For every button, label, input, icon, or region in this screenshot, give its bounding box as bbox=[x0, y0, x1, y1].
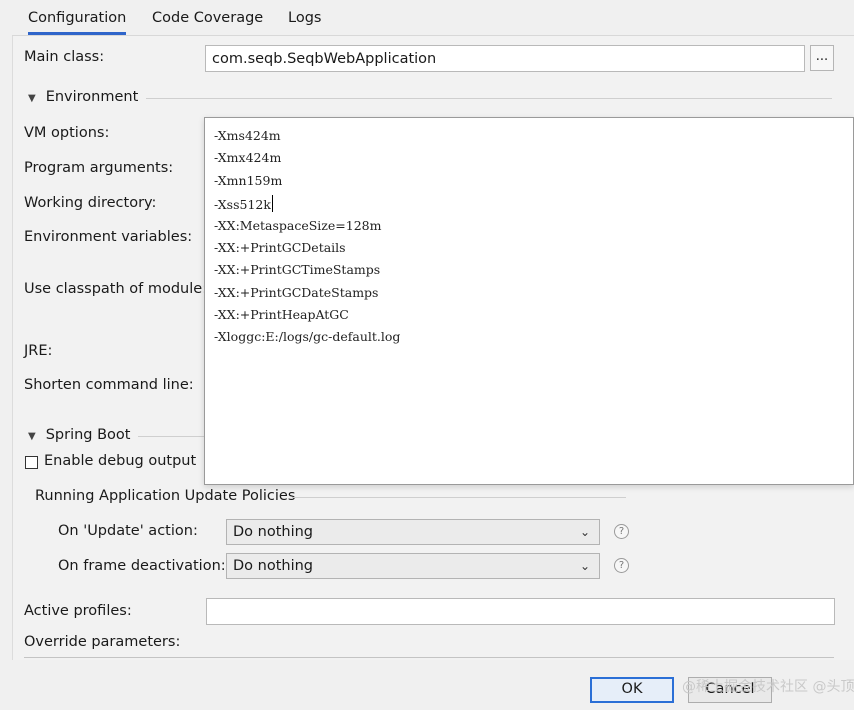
environment-variables-label: Environment variables: bbox=[24, 229, 193, 245]
enable-debug-output-checkbox[interactable] bbox=[25, 456, 38, 469]
jre-label: JRE: bbox=[24, 343, 53, 359]
main-class-label: Main class: bbox=[24, 49, 105, 65]
active-profiles-label: Active profiles: bbox=[24, 603, 132, 619]
vm-option-line: -Xmx424m bbox=[214, 150, 282, 165]
active-profiles-input[interactable] bbox=[206, 598, 835, 625]
vm-option-line: -Xloggc:E:/logs/gc-default.log bbox=[214, 329, 401, 344]
vm-option-text: -Xss512k bbox=[214, 197, 271, 212]
environment-section-rule bbox=[146, 98, 832, 99]
tab-code-coverage[interactable]: Code Coverage bbox=[152, 8, 263, 32]
chevron-down-icon: ⌄ bbox=[579, 559, 590, 573]
text-caret bbox=[271, 195, 273, 212]
on-update-action-select[interactable]: Do nothing ⌄ bbox=[226, 519, 600, 545]
use-classpath-label: Use classpath of module: bbox=[24, 281, 208, 297]
override-parameters-table-edge bbox=[24, 657, 834, 658]
vm-options-label: VM options: bbox=[24, 125, 110, 141]
vm-option-line: -Xms424m bbox=[214, 128, 281, 143]
main-class-browse-button[interactable]: ... bbox=[810, 45, 834, 71]
vm-option-line: -Xmn159m bbox=[214, 173, 283, 188]
shorten-command-line-label: Shorten command line: bbox=[24, 377, 194, 393]
tab-logs[interactable]: Logs bbox=[288, 8, 321, 32]
help-icon[interactable]: ? bbox=[614, 524, 629, 539]
on-frame-deactivation-value: Do nothing bbox=[233, 558, 314, 574]
on-update-action-value: Do nothing bbox=[233, 524, 314, 540]
spring-boot-section-header[interactable]: ▼ Spring Boot bbox=[28, 427, 130, 443]
override-parameters-label: Override parameters: bbox=[24, 634, 181, 650]
vm-option-line: -XX:MetaspaceSize=128m bbox=[214, 218, 382, 233]
enable-debug-output-label: Enable debug output bbox=[44, 453, 197, 469]
on-update-action-label: On 'Update' action: bbox=[58, 523, 198, 539]
tab-bar: Configuration Code Coverage Logs bbox=[0, 0, 854, 36]
collapse-triangle-icon: ▼ bbox=[28, 93, 36, 104]
vm-option-line-current: -Xss512k bbox=[214, 195, 273, 212]
vm-option-line: -XX:+PrintGCDateStamps bbox=[214, 285, 379, 300]
vm-option-line: -XX:+PrintHeapAtGC bbox=[214, 307, 349, 322]
spring-boot-section-title: Spring Boot bbox=[45, 427, 131, 443]
working-directory-label: Working directory: bbox=[24, 195, 157, 211]
help-icon[interactable]: ? bbox=[614, 558, 629, 573]
vm-options-expanded-editor[interactable]: -Xms424m -Xmx424m -Xmn159m -Xss512k -XX:… bbox=[204, 117, 854, 485]
program-arguments-label: Program arguments: bbox=[24, 160, 174, 176]
update-policies-title: Running Application Update Policies bbox=[35, 488, 296, 504]
vm-option-line: -XX:+PrintGCTimeStamps bbox=[214, 262, 381, 277]
collapse-triangle-icon: ▼ bbox=[28, 431, 36, 442]
environment-section-title: Environment bbox=[45, 89, 139, 105]
ok-button[interactable]: OK bbox=[590, 677, 674, 703]
on-frame-deactivation-label: On frame deactivation: bbox=[58, 558, 226, 574]
environment-section-header[interactable]: ▼ Environment bbox=[28, 89, 138, 105]
chevron-down-icon: ⌄ bbox=[579, 525, 590, 539]
vm-option-line: -XX:+PrintGCDetails bbox=[214, 240, 346, 255]
on-frame-deactivation-select[interactable]: Do nothing ⌄ bbox=[226, 553, 600, 579]
spring-boot-section-rule bbox=[138, 436, 204, 437]
watermark-text: @稀土掘金技术社区 @头顶微笑 bbox=[682, 679, 854, 695]
update-policies-rule bbox=[292, 497, 626, 498]
main-class-input[interactable] bbox=[205, 45, 805, 72]
tab-configuration[interactable]: Configuration bbox=[28, 8, 127, 35]
